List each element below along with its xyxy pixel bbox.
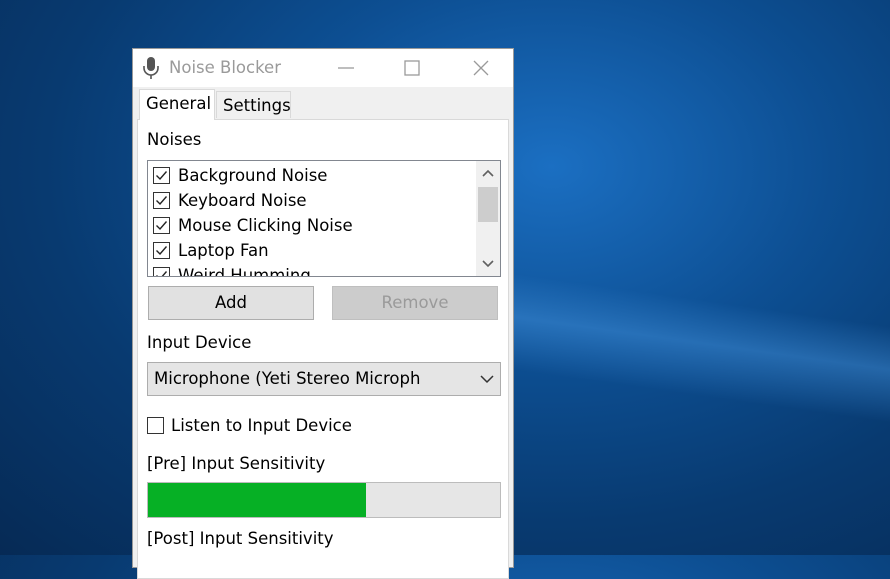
wallpaper-light-band xyxy=(463,268,890,441)
checkbox-checked[interactable] xyxy=(153,167,170,184)
checkbox-checked[interactable] xyxy=(153,267,170,276)
checkbox-checked[interactable] xyxy=(153,242,170,259)
chevron-down-icon xyxy=(482,260,494,268)
input-device-select[interactable]: Microphone (Yeti Stereo Microph xyxy=(147,362,501,396)
input-device-value: Microphone (Yeti Stereo Microph xyxy=(154,369,421,388)
pre-sensitivity-meter xyxy=(147,482,501,518)
maximize-icon xyxy=(404,60,420,76)
noise-label: Weird Humming xyxy=(178,266,311,277)
window-title: Noise Blocker xyxy=(169,58,281,77)
tab-general[interactable]: General xyxy=(139,89,215,120)
add-button[interactable]: Add xyxy=(148,286,314,320)
close-button[interactable] xyxy=(458,49,504,87)
tab-settings[interactable]: Settings xyxy=(216,91,291,118)
noise-label: Mouse Clicking Noise xyxy=(178,216,353,235)
listen-checkbox[interactable] xyxy=(147,417,164,434)
input-device-label: Input Device xyxy=(147,333,252,352)
title-bar[interactable]: Noise Blocker xyxy=(133,49,513,87)
remove-button[interactable]: Remove xyxy=(332,286,498,320)
chevron-down-icon xyxy=(480,375,494,384)
listen-label: Listen to Input Device xyxy=(171,416,352,435)
general-panel: Noises Background Noise Keyboard Noise M… xyxy=(137,119,509,579)
noises-list[interactable]: Background Noise Keyboard Noise Mouse Cl… xyxy=(147,160,501,277)
scroll-up-button[interactable] xyxy=(476,163,500,185)
noise-label: Background Noise xyxy=(178,166,328,185)
noise-label: Keyboard Noise xyxy=(178,191,307,210)
minimize-button[interactable] xyxy=(323,49,369,87)
checkbox-checked[interactable] xyxy=(153,192,170,209)
list-scrollbar[interactable] xyxy=(476,161,500,276)
noise-label: Laptop Fan xyxy=(178,241,269,260)
noises-label: Noises xyxy=(147,130,202,149)
scroll-thumb[interactable] xyxy=(478,187,498,222)
checkbox-checked[interactable] xyxy=(153,217,170,234)
maximize-button[interactable] xyxy=(389,49,435,87)
close-icon xyxy=(473,60,489,76)
microphone-icon xyxy=(141,56,161,80)
scroll-down-button[interactable] xyxy=(476,252,500,274)
post-sensitivity-label: [Post] Input Sensitivity xyxy=(147,529,334,548)
pre-sensitivity-label: [Pre] Input Sensitivity xyxy=(147,454,326,473)
chevron-up-icon xyxy=(482,169,494,177)
pre-sensitivity-fill xyxy=(148,483,367,517)
noise-blocker-window: Noise Blocker General Settings Noises Ba… xyxy=(132,48,514,579)
minimize-icon xyxy=(338,67,354,69)
